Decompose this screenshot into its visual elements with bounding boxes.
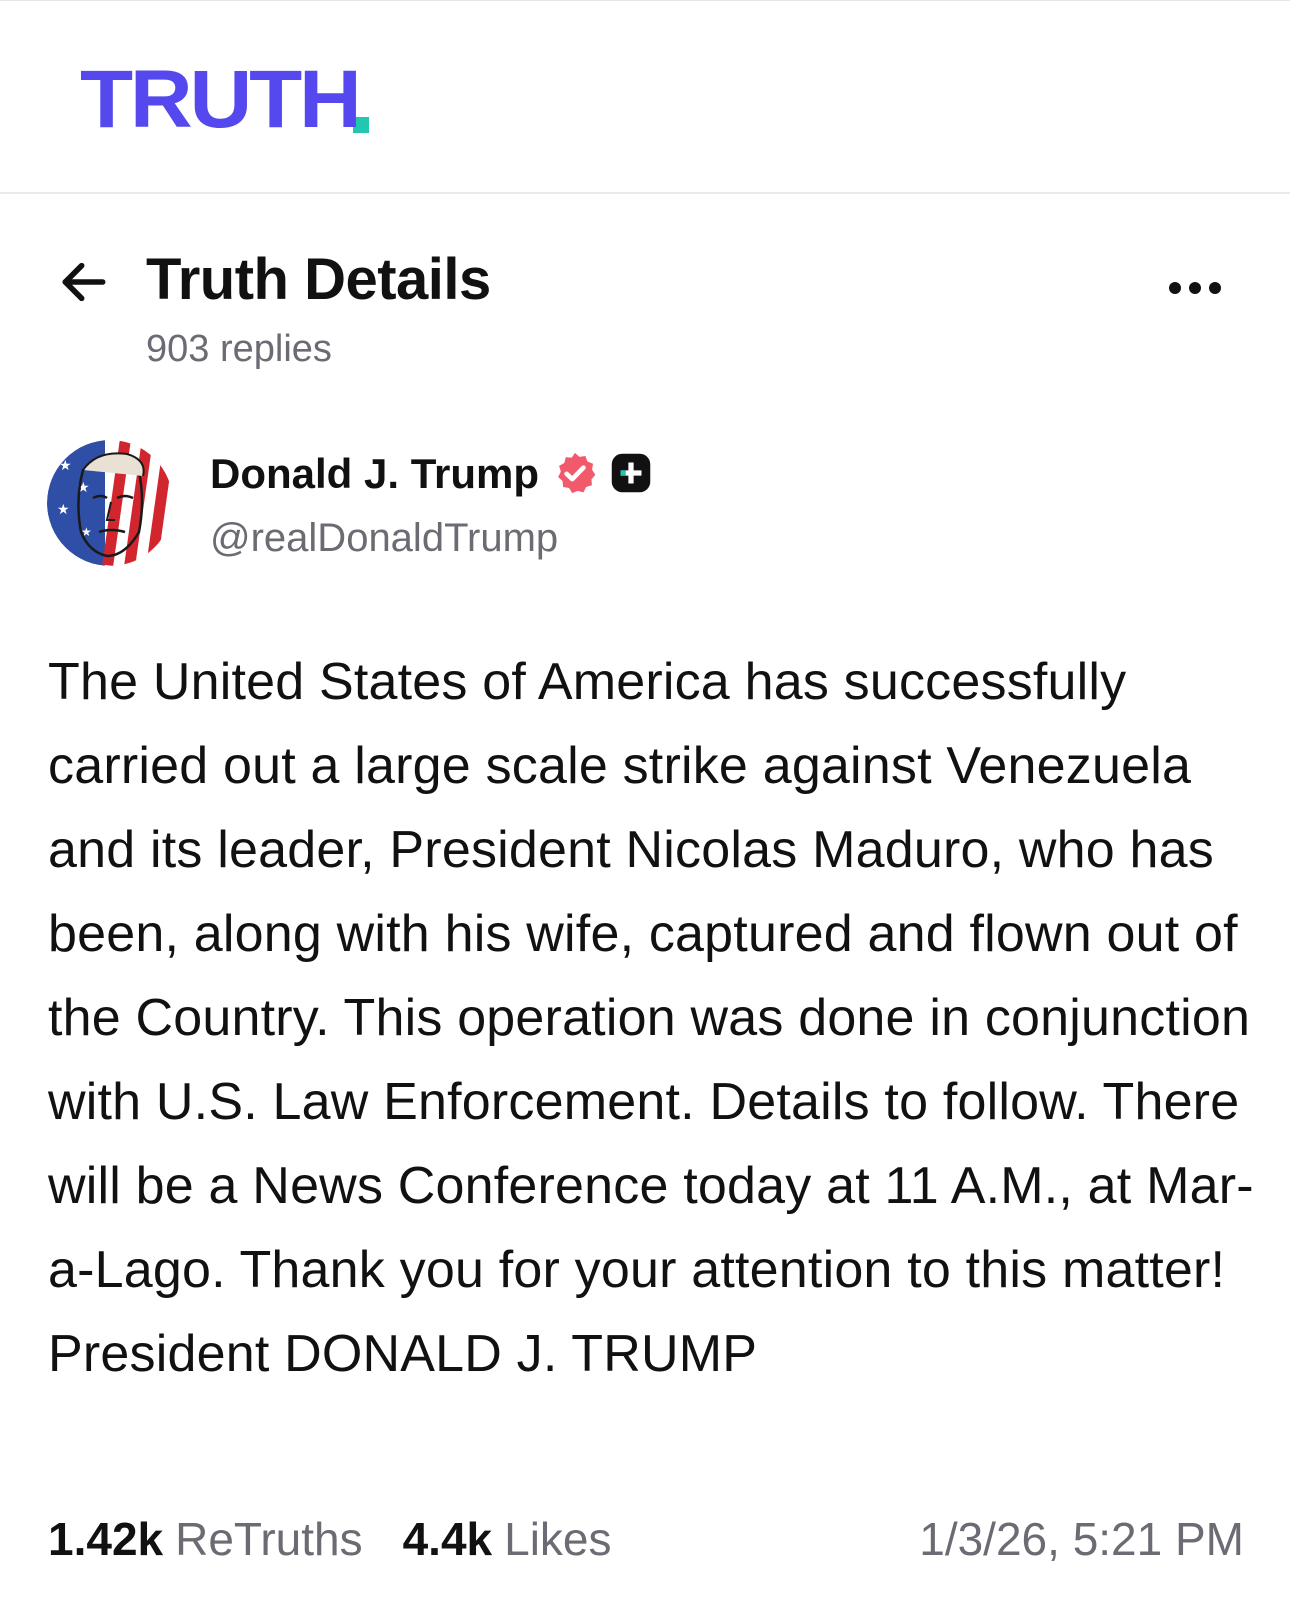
brand-bar: TRUTH bbox=[0, 0, 1290, 194]
post-text: The United States of America has success… bbox=[48, 653, 1254, 1383]
more-options-button[interactable] bbox=[1160, 270, 1230, 306]
verified-badge-icon bbox=[558, 452, 596, 494]
author-display-name[interactable]: Donald J. Trump bbox=[210, 450, 539, 498]
truth-logo[interactable]: TRUTH bbox=[80, 59, 369, 141]
likes-label: Likes bbox=[504, 1513, 612, 1565]
svg-text:★: ★ bbox=[57, 502, 70, 518]
retruths-label: ReTruths bbox=[175, 1513, 363, 1565]
page-title: Truth Details bbox=[146, 247, 491, 312]
avatar-flag-portrait-icon: ★ ★ ★ ★ bbox=[47, 440, 173, 566]
avatar[interactable]: ★ ★ ★ ★ bbox=[47, 440, 173, 566]
likes-stat[interactable]: 4.4k Likes bbox=[403, 1512, 612, 1566]
svg-text:★: ★ bbox=[59, 458, 72, 474]
arrow-left-icon bbox=[62, 262, 106, 302]
truth-details-page: TRUTH Truth Details 903 replies ★ ★ ★ ★ … bbox=[0, 0, 1290, 1621]
retruths-stat[interactable]: 1.42k ReTruths bbox=[48, 1512, 363, 1566]
replies-count: 903 replies bbox=[146, 328, 332, 370]
plus-badge-icon bbox=[611, 453, 651, 493]
post-author: ★ ★ ★ ★ Donald J. Trump @realDonaldTrump bbox=[0, 434, 1290, 574]
post-stats: 1.42k ReTruths 4.4k Likes 1/3/26, 5:21 P… bbox=[48, 1512, 1244, 1576]
more-horizontal-icon bbox=[1189, 282, 1201, 294]
back-button[interactable] bbox=[52, 250, 116, 314]
likes-count: 4.4k bbox=[402, 1513, 493, 1565]
page-header: Truth Details 903 replies bbox=[0, 194, 1290, 394]
retruths-count: 1.42k bbox=[48, 1513, 164, 1565]
author-handle[interactable]: @realDonaldTrump bbox=[210, 516, 558, 561]
more-horizontal-icon bbox=[1169, 282, 1181, 294]
post-timestamp: 1/3/26, 5:21 PM bbox=[919, 1513, 1244, 1565]
more-horizontal-icon bbox=[1209, 282, 1221, 294]
author-badges bbox=[552, 450, 652, 496]
logo-text: TRUTH bbox=[80, 54, 362, 145]
